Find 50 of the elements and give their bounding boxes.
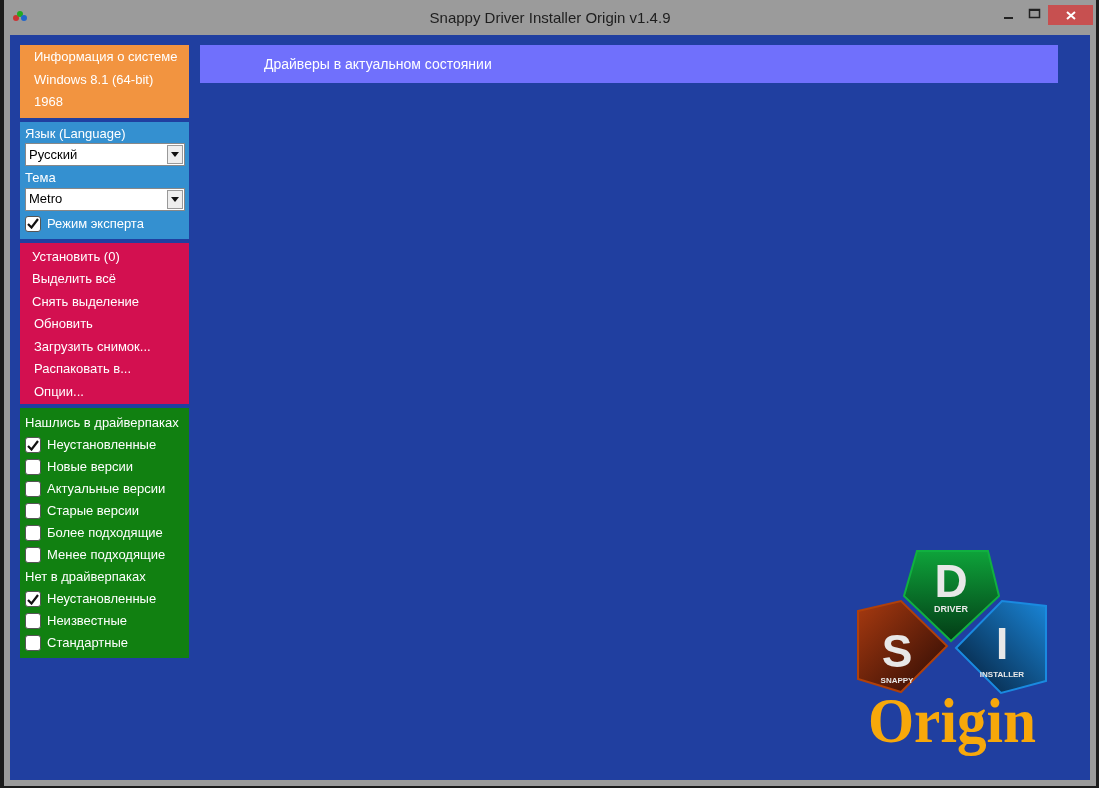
logo-letter: D (934, 555, 968, 607)
language-label: Язык (Language) (25, 124, 127, 143)
window-title: Snappy Driver Installer Origin v1.4.9 (429, 9, 671, 26)
checkbox-label: Неустановленные (47, 590, 157, 609)
filter-group-heading: Нашлись в драйверпаках (25, 414, 180, 432)
checkbox-label: Режим эксперта (47, 214, 144, 233)
checkbox-label: Неустановленные (47, 436, 157, 455)
checkbox[interactable] (25, 215, 41, 232)
system-info-line: Windows 8.1 (64-bit) (34, 70, 155, 89)
action-link[interactable]: Обновить (32, 313, 189, 336)
checkbox[interactable] (25, 481, 41, 497)
logo-letter: S (881, 625, 913, 677)
caret-icon (167, 145, 183, 164)
logo-caption: DRIVER (934, 604, 968, 614)
theme-label: Тема (25, 169, 57, 187)
logo-wordmark: Origin (868, 685, 1048, 756)
action-link[interactable]: Выделить всё (32, 268, 189, 291)
checkbox-label: Новые версии (47, 458, 133, 477)
system-info-line: Информация о системе (34, 48, 179, 66)
action-link[interactable]: Снять выделение (32, 290, 189, 313)
action-link[interactable]: Распаковать в... (32, 358, 189, 381)
status-message: Драйверы в актуальном состоянии (264, 54, 492, 74)
checkbox-label: Актуальные версии (47, 480, 166, 499)
language-dropdown[interactable]: Русский (25, 143, 185, 166)
checkbox[interactable] (25, 613, 41, 629)
checkbox-label: Более подходящие (47, 524, 163, 543)
caret-icon (167, 189, 183, 209)
checkbox-label: Старые версии (47, 502, 140, 521)
close-button[interactable] (1048, 5, 1093, 25)
checkbox-label: Менее подходящие (47, 546, 166, 565)
theme-dropdown[interactable]: Metro (25, 187, 185, 211)
checkbox[interactable] (25, 459, 41, 475)
action-link[interactable]: Загрузить снимок... (32, 335, 189, 358)
close-icon (1065, 10, 1076, 20)
app-icon (12, 10, 28, 22)
logo-caption: INSTALLER (979, 670, 1025, 679)
filter-group-heading: Нет в драйверпаках (25, 568, 147, 586)
checkbox[interactable] (25, 503, 41, 519)
action-link[interactable]: Опции... (32, 380, 189, 403)
action-link[interactable]: Установить (0) (32, 245, 189, 268)
checkbox[interactable] (25, 437, 41, 453)
checkbox-label: Неизвестные (47, 612, 128, 631)
logo-letter: I (995, 619, 1009, 668)
system-info-line: 1968 (34, 93, 64, 111)
checkbox[interactable] (25, 635, 41, 651)
checkbox[interactable] (25, 591, 41, 607)
checkbox-label: Стандартные (47, 634, 129, 653)
logo-caption: SNAPPY (880, 676, 914, 685)
checkbox[interactable] (25, 525, 41, 541)
checkbox[interactable] (25, 547, 41, 563)
